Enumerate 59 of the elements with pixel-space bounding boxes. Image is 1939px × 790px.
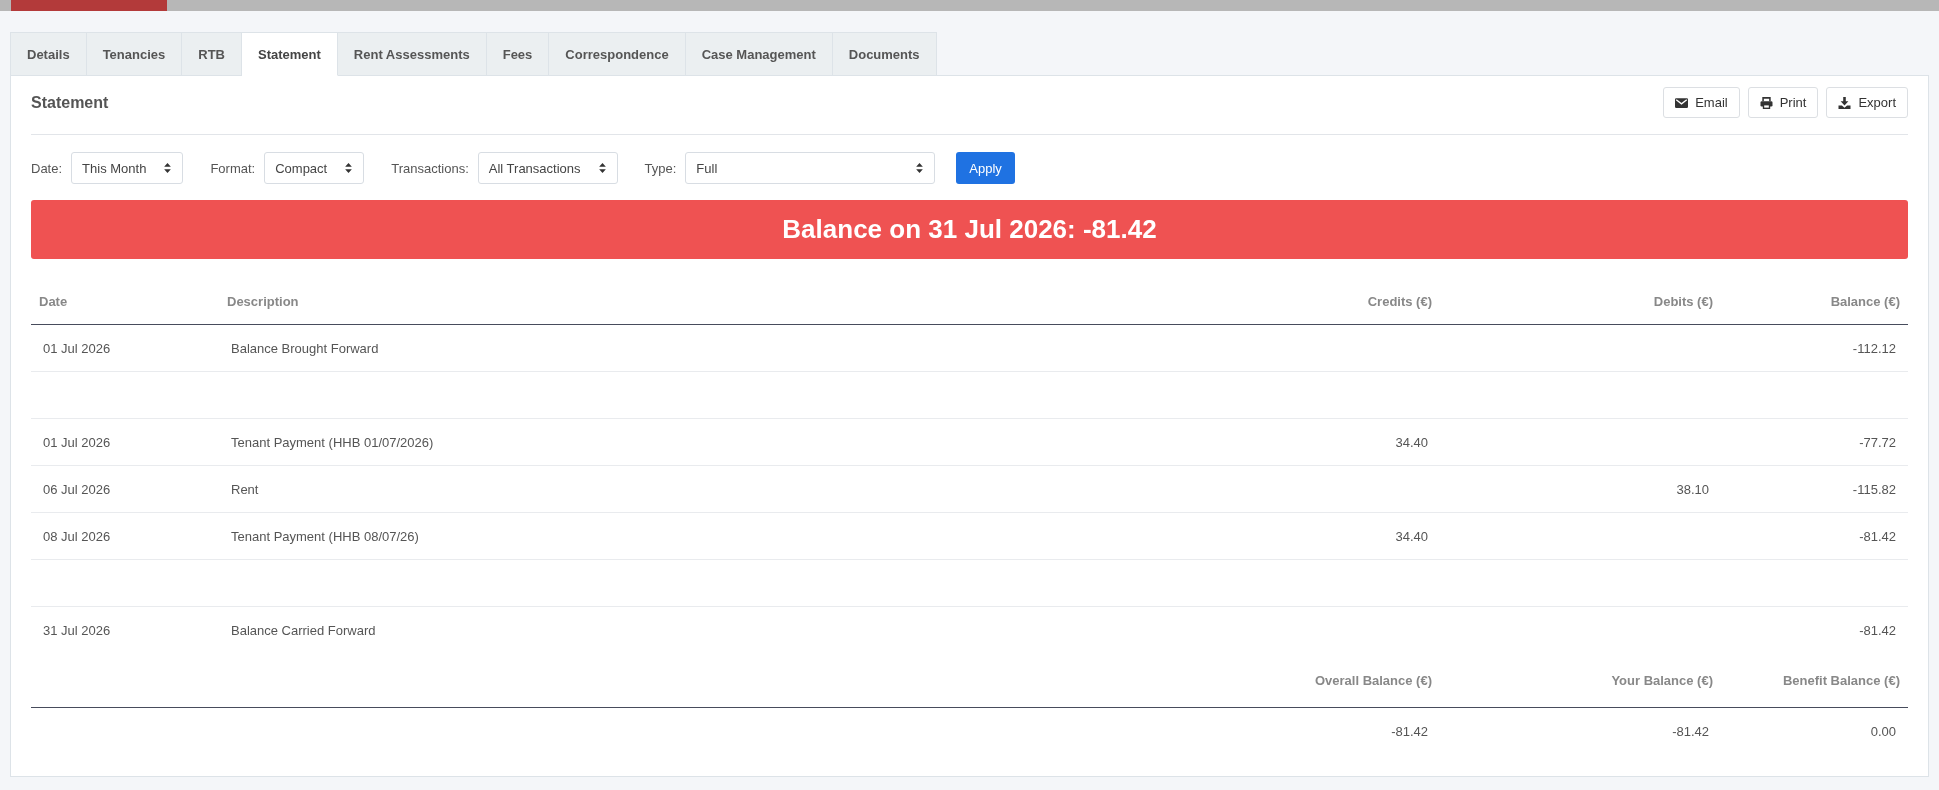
table-cell: -81.42 xyxy=(1859,622,1896,638)
table-cell: -112.12 xyxy=(1852,340,1896,356)
table-cell: 38.10 xyxy=(1676,481,1709,497)
table-cell: 0.00 xyxy=(1870,723,1896,739)
tab[interactable]: Case Management xyxy=(685,32,833,76)
filter-label: Format: xyxy=(210,160,256,176)
updown-caret-icon xyxy=(164,163,172,173)
table-cell: 01 Jul 2026 xyxy=(43,340,111,356)
print-button[interactable]: Print xyxy=(1747,87,1819,118)
printer-icon xyxy=(1759,96,1773,109)
table-cell: -81.42 xyxy=(1859,528,1896,544)
column-header: Benefit Balance (€) xyxy=(1782,672,1900,688)
filter-label: Transactions: xyxy=(391,160,469,176)
select-field[interactable]: Compact xyxy=(264,152,365,184)
table-cell: 01 Jul 2026 xyxy=(43,434,111,450)
table-cell: -115.82 xyxy=(1852,481,1896,497)
column-header: Balance (€) xyxy=(1830,294,1900,309)
updown-caret-icon xyxy=(916,163,924,173)
balance-banner: Balance on 31 Jul 2026: -81.42 xyxy=(31,200,1908,259)
select-field[interactable]: All Transactions xyxy=(477,152,618,184)
tab[interactable]: Fees xyxy=(486,32,550,76)
column-header: Overall Balance (€) xyxy=(1314,672,1432,688)
tab[interactable]: Tenancies xyxy=(86,32,183,76)
table-cell: 08 Jul 2026 xyxy=(43,528,111,544)
apply-button[interactable]: Apply xyxy=(956,152,1015,184)
export-button[interactable]: Export xyxy=(1826,87,1908,118)
column-header: Date xyxy=(39,294,68,309)
table-cell: 34.40 xyxy=(1395,528,1428,544)
table-cell: -81.42 xyxy=(1391,723,1428,739)
column-header: Debits (€) xyxy=(1653,294,1713,309)
updown-caret-icon xyxy=(345,163,353,173)
tab[interactable]: Correspondence xyxy=(549,32,686,76)
filter-label: Date: xyxy=(31,160,63,176)
filter-label: Type: xyxy=(644,160,677,176)
panel-title: Statement xyxy=(31,93,109,112)
table-cell: 31 Jul 2026 xyxy=(43,622,111,638)
table-cell: -81.42 xyxy=(1672,723,1709,739)
tab[interactable]: Documents xyxy=(832,32,937,76)
envelope-icon xyxy=(1675,96,1689,109)
table-cell: Tenant Payment (HHB 08/07/26) xyxy=(231,528,419,544)
table-cell: Balance Carried Forward xyxy=(231,622,376,638)
table-cell: Rent xyxy=(231,481,259,497)
column-header: Your Balance (€) xyxy=(1611,672,1713,688)
column-header: Description xyxy=(227,294,299,309)
column-header: Credits (€) xyxy=(1367,294,1432,309)
table-cell: 34.40 xyxy=(1395,434,1428,450)
tab[interactable]: Statement xyxy=(242,32,338,76)
email-button[interactable]: Email xyxy=(1663,87,1740,118)
download-icon xyxy=(1838,96,1852,109)
select-field[interactable]: Full xyxy=(685,152,936,184)
tab[interactable]: RTB xyxy=(182,32,242,76)
updown-caret-icon xyxy=(598,163,606,173)
select-field[interactable]: This Month xyxy=(71,152,184,184)
table-cell: Balance Brought Forward xyxy=(231,340,379,356)
table-cell: 06 Jul 2026 xyxy=(43,481,111,497)
table-cell: -77.72 xyxy=(1859,434,1896,450)
tab[interactable]: Rent Assessments xyxy=(337,32,487,76)
table-cell: Tenant Payment (HHB 01/07/2026) xyxy=(231,434,434,450)
tab[interactable]: Details xyxy=(10,32,87,76)
